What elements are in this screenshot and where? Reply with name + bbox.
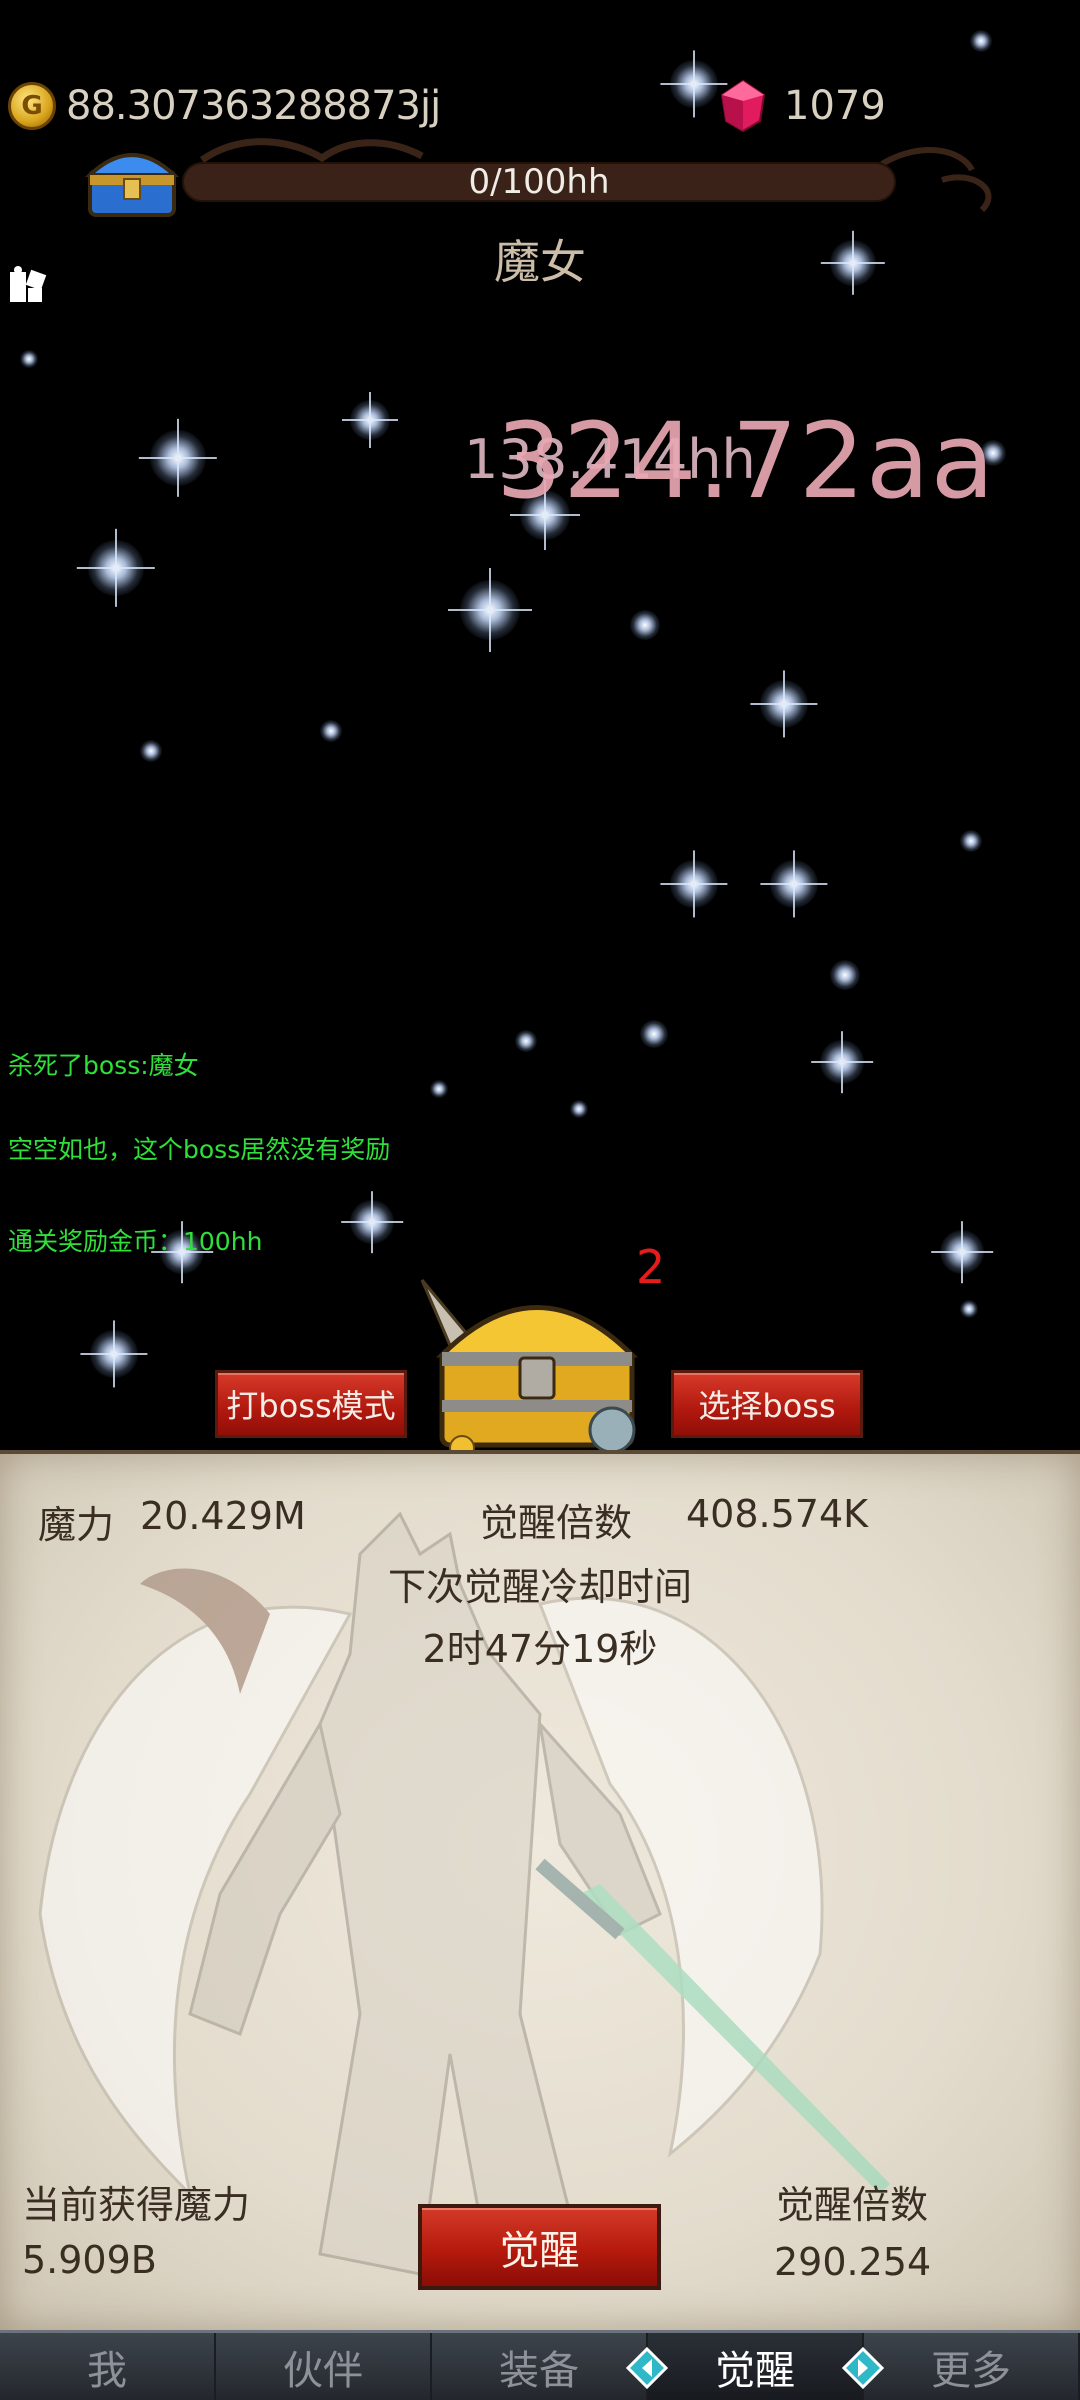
pink-gem-icon <box>720 79 766 133</box>
log-line-gold-reward: 通关奖励金币：100hh <box>8 1227 263 1256</box>
star <box>770 860 818 908</box>
select-boss-button[interactable]: 选择boss <box>671 1370 863 1438</box>
boss-name: 魔女 <box>494 235 586 289</box>
star <box>20 350 38 368</box>
left-diamond-arrow-icon <box>626 2347 668 2389</box>
gold-display: G 88.307363288873jj <box>8 78 441 134</box>
bottom-nav: 我 伙伴 装备 觉醒 更多 <box>0 2330 1080 2400</box>
next-multiplier-value: 290.254 <box>774 2240 932 2284</box>
star <box>970 30 992 52</box>
current-gain-label: 当前获得魔力 <box>22 2183 251 2227</box>
star <box>150 430 206 486</box>
star <box>430 1080 448 1098</box>
star <box>630 610 660 640</box>
star <box>570 1100 588 1118</box>
star <box>320 720 342 742</box>
star <box>88 540 144 596</box>
star <box>960 1300 978 1318</box>
puzzle-icon[interactable] <box>6 262 50 306</box>
battle-area[interactable]: G 88.307363288873jj 1079 0/100hh 魔女 138.… <box>0 0 1080 1450</box>
star <box>670 60 718 108</box>
nav-tab-partners[interactable]: 伙伴 <box>216 2333 432 2400</box>
gold-coin-icon: G <box>8 82 56 130</box>
star <box>960 830 982 852</box>
awaken-multiplier-label: 觉醒倍数 <box>480 1501 633 1545</box>
star <box>140 740 162 762</box>
treasure-chest-icon <box>84 153 180 217</box>
game-screen: G 88.307363288873jj 1079 0/100hh 魔女 138.… <box>0 0 1080 2400</box>
star <box>350 400 390 440</box>
boss-progress-text: 0/100hh <box>468 162 610 202</box>
star <box>515 1030 537 1052</box>
gem-display: 1079 <box>720 78 886 134</box>
gold-amount: 88.307363288873jj <box>66 83 441 129</box>
damage-number-big: 324.72aa <box>496 400 996 522</box>
nav-tab-equipment[interactable]: 装备 <box>432 2333 648 2400</box>
star <box>90 1330 138 1378</box>
log-line-reward-none: 空空如也，这个boss居然没有奖励 <box>8 1135 391 1164</box>
star <box>830 960 860 990</box>
next-multiplier-label: 觉醒倍数 <box>776 2183 929 2227</box>
star <box>460 580 520 640</box>
nav-tab-awaken[interactable]: 觉醒 <box>626 2333 884 2400</box>
nav-tab-me[interactable]: 我 <box>0 2333 216 2400</box>
boss-mode-button[interactable]: 打boss模式 <box>215 1370 407 1438</box>
awaken-button[interactable]: 觉醒 <box>418 2204 661 2290</box>
awaken-multiplier-value: 408.574K <box>686 1492 869 1536</box>
magic-label: 魔力 <box>38 1503 115 1547</box>
cooldown-label: 下次觉醒冷却时间 <box>387 1565 692 1609</box>
boss-progress-bar: 0/100hh <box>182 162 896 202</box>
current-gain-value: 5.909B <box>22 2238 157 2282</box>
gold-treasure-chest-icon[interactable] <box>412 1260 662 1450</box>
nav-tab-awaken-label: 觉醒 <box>715 2347 795 2394</box>
cooldown-timer: 2时47分19秒 <box>422 1627 658 1671</box>
nav-tab-more[interactable]: 更多 <box>864 2333 1080 2400</box>
magic-value: 20.429M <box>140 1494 306 1538</box>
star <box>640 1020 668 1048</box>
chest-count-badge: 2 <box>636 1240 666 1294</box>
log-line-kill: 杀死了boss:魔女 <box>8 1051 199 1080</box>
star <box>940 1230 984 1274</box>
boss-progress: 0/100hh <box>82 130 992 220</box>
star <box>760 680 808 728</box>
star <box>670 860 718 908</box>
star <box>350 1200 394 1244</box>
star <box>820 1040 864 1084</box>
gem-amount: 1079 <box>784 83 886 129</box>
awaken-panel: 魔力 20.429M 觉醒倍数 408.574K 下次觉醒冷却时间 2时47分1… <box>0 1450 1080 2330</box>
